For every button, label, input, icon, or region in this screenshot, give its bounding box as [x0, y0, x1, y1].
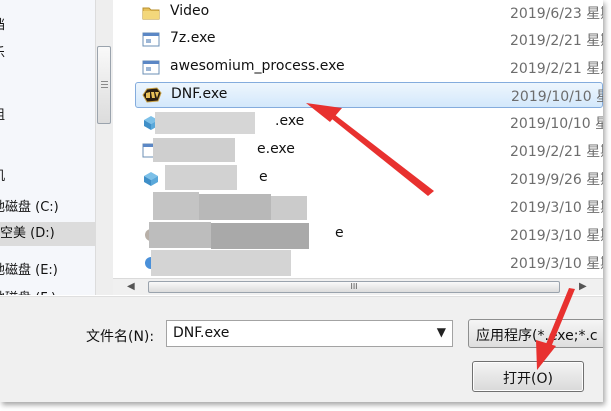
file-name: e.exe: [257, 141, 295, 157]
nav-scrollbar-thumb[interactable]: [97, 46, 111, 124]
nav-item-computer[interactable]: 机: [0, 165, 5, 184]
navigation-pane: 档 乐 组 机 地磁盘 (C:) 空美 (D:) 地磁盘 (E:) 地磁盘 (F…: [0, 0, 95, 295]
nav-scrollbar[interactable]: [95, 0, 113, 295]
file-type-label: 应用程序(*.exe;*.c: [476, 328, 598, 344]
file-date: 2019/10/10 星期: [511, 89, 603, 105]
file-name: Video: [170, 3, 210, 19]
file-date: 2019/2/21 星期: [510, 61, 603, 77]
file-date: 2019/2/21 星期: [510, 33, 603, 49]
file-date: 2019/3/10 星期: [510, 228, 603, 244]
exe-window-icon: [142, 32, 160, 47]
file-name: DNF.exe: [171, 86, 228, 102]
nav-item-drive-c[interactable]: 地磁盘 (C:): [0, 196, 59, 215]
file-date: 2019/10/10 星期: [510, 116, 603, 132]
file-date: 2019/6/23 星期: [510, 6, 603, 22]
nav-item-drive-d[interactable]: 空美 (D:): [0, 222, 95, 246]
file-name: 7z.exe: [170, 30, 216, 46]
file-date: 2019/3/10 星期: [510, 256, 603, 272]
dialog-footer: 文件名(N): DNF.exe ▼ 应用程序(*.exe;*.c 打开(O): [0, 296, 603, 402]
file-date: 2019/3/10 星期: [510, 200, 603, 216]
filename-combobox[interactable]: DNF.exe ▼: [166, 320, 453, 347]
folder-icon: [142, 5, 160, 20]
scroll-right-icon[interactable]: ▶: [579, 281, 587, 292]
chevron-down-icon[interactable]: ▼: [437, 325, 446, 339]
app-icon: [142, 171, 160, 186]
filename-label: 文件名(N):: [86, 329, 155, 345]
horizontal-scrollbar-thumb[interactable]: III: [148, 281, 560, 293]
file-type-select[interactable]: 应用程序(*.exe;*.c: [468, 319, 603, 348]
nav-item-homegroup[interactable]: 组: [0, 104, 5, 123]
exe-window-icon: [142, 60, 160, 75]
file-row-video[interactable]: Video 2019/6/23 星期: [135, 0, 603, 26]
file-row-dnf[interactable]: DNF.exe 2019/10/10 星期: [135, 82, 603, 108]
file-list: Video 2019/6/23 星期 7z.exe 2019/2/21 星期 a…: [113, 0, 603, 278]
open-button-label: 打开(O): [503, 371, 553, 387]
scroll-left-icon[interactable]: ◀: [127, 281, 135, 292]
filename-input[interactable]: DNF.exe: [173, 325, 229, 341]
nav-item-drive-e[interactable]: 地磁盘 (E:): [0, 259, 58, 278]
open-button[interactable]: 打开(O): [472, 361, 584, 392]
file-list-horizontal-scrollbar[interactable]: ◀ III ▶: [113, 278, 603, 295]
nav-item-music[interactable]: 乐: [0, 42, 5, 61]
file-name: awesomium_process.exe: [170, 58, 345, 74]
file-date: 2019/2/21 星期: [510, 144, 603, 160]
nav-item-documents[interactable]: 档: [0, 14, 5, 33]
file-row-awesomium[interactable]: awesomium_process.exe 2019/2/21 星期: [135, 55, 603, 81]
file-name: .exe: [275, 113, 305, 129]
file-name: e: [259, 169, 268, 185]
nav-item-drive-f[interactable]: 地磁盘 (F:): [0, 287, 56, 295]
dnf-app-icon: [142, 87, 162, 103]
file-date: 2019/9/26 星期: [510, 172, 603, 188]
file-row-7z[interactable]: 7z.exe 2019/2/21 星期: [135, 27, 603, 53]
open-file-dialog: 档 乐 组 机 地磁盘 (C:) 空美 (D:) 地磁盘 (E:) 地磁盘 (F…: [0, 0, 603, 402]
file-name: e: [335, 225, 344, 241]
